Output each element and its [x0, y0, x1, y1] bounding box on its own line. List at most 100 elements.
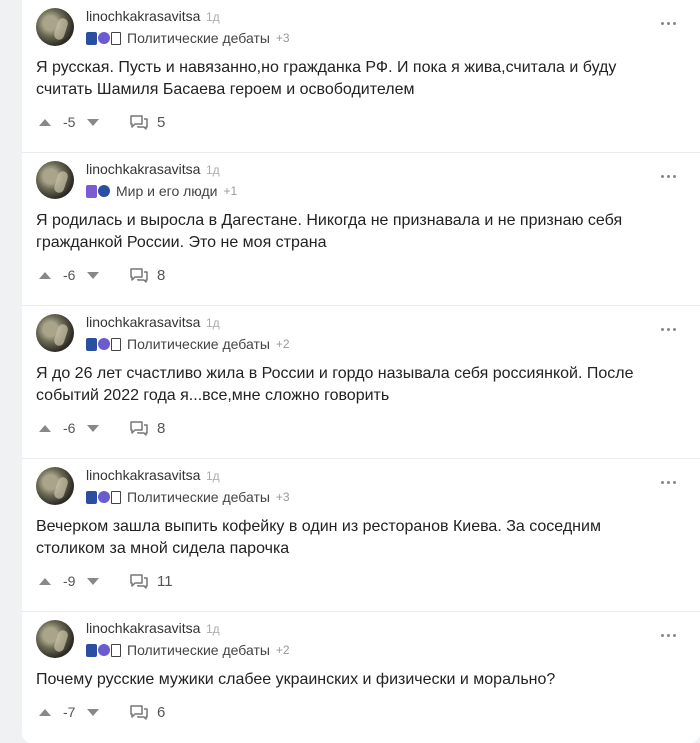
arrow-up-icon[interactable] — [39, 577, 51, 585]
post-time: 1д — [206, 469, 220, 483]
community-emblem-icon — [98, 338, 110, 350]
community-flag-icon — [86, 643, 97, 657]
post-card: linochkakrasavitsa 1д Политические дебат… — [22, 306, 700, 459]
community-row[interactable]: Мир и его люди +1 — [86, 182, 237, 200]
comments-button[interactable]: 6 — [129, 704, 165, 721]
community-icons — [86, 643, 121, 657]
community-row[interactable]: Политические дебаты +3 — [86, 488, 290, 506]
community-row[interactable]: Политические дебаты +2 — [86, 641, 290, 659]
post-actions: -5 5 — [36, 112, 165, 132]
arrow-down-icon[interactable] — [87, 271, 99, 279]
comment-bubble-icon — [130, 574, 148, 589]
community-icons — [86, 337, 121, 351]
comment-bubble-icon — [130, 268, 148, 283]
post-time: 1д — [206, 316, 220, 330]
comments-button[interactable]: 5 — [129, 114, 165, 131]
more-dots-icon[interactable] — [661, 481, 676, 484]
arrow-up-icon[interactable] — [39, 271, 51, 279]
more-dots-icon[interactable] — [661, 22, 676, 25]
comments-button[interactable]: 11 — [129, 573, 173, 590]
avatar[interactable] — [36, 620, 74, 658]
post-card: linochkakrasavitsa 1д Мир и его люди +1 … — [22, 153, 700, 306]
arrow-down-icon[interactable] — [87, 577, 99, 585]
post-text[interactable]: Я родилась и выросла в Дагестане. Никогд… — [36, 210, 656, 254]
avatar[interactable] — [36, 467, 74, 505]
post-card: linochkakrasavitsa 1д Политические дебат… — [22, 612, 700, 740]
post-actions: -9 11 — [36, 571, 173, 591]
post-card: linochkakrasavitsa 1д Политические дебат… — [22, 0, 700, 153]
post-time: 1д — [206, 10, 220, 24]
post-score: -7 — [63, 704, 76, 720]
arrow-up-icon[interactable] — [39, 424, 51, 432]
post-score: -6 — [63, 267, 76, 283]
community-emblem-icon — [98, 491, 110, 503]
community-extra-count[interactable]: +2 — [276, 337, 290, 351]
community-emblem-icon — [98, 32, 110, 44]
community-flag-icon — [86, 31, 97, 45]
username[interactable]: linochkakrasavitsa — [86, 620, 200, 636]
post-time: 1д — [206, 163, 220, 177]
post-text[interactable]: Я до 26 лет счастливо жила в России и го… — [36, 363, 656, 407]
community-icons — [86, 490, 121, 504]
post-card: linochkakrasavitsa 1д Политические дебат… — [22, 459, 700, 612]
arrow-up-icon[interactable] — [39, 708, 51, 716]
post-score: -5 — [63, 114, 76, 130]
arrow-down-icon[interactable] — [87, 118, 99, 126]
username[interactable]: linochkakrasavitsa — [86, 161, 200, 177]
comment-bubble-icon — [130, 705, 148, 720]
comments-button[interactable]: 8 — [129, 267, 165, 284]
username[interactable]: linochkakrasavitsa — [86, 8, 200, 24]
post-actions: -7 6 — [36, 702, 165, 722]
post-score: -6 — [63, 420, 76, 436]
community-name[interactable]: Политические дебаты — [127, 489, 270, 505]
post-actions: -6 8 — [36, 265, 165, 285]
comments-count: 11 — [157, 572, 173, 590]
comment-bubble-icon — [130, 421, 148, 436]
community-row[interactable]: Политические дебаты +3 — [86, 29, 290, 47]
community-extra-count[interactable]: +2 — [276, 643, 290, 657]
comments-count: 6 — [157, 703, 166, 721]
comments-count: 5 — [157, 113, 166, 131]
more-dots-icon[interactable] — [661, 328, 676, 331]
post-time: 1д — [206, 622, 220, 636]
post-text[interactable]: Я русская. Пусть и навязанно,но гражданк… — [36, 57, 656, 101]
community-flag-icon — [86, 184, 97, 198]
arrow-up-icon[interactable] — [39, 118, 51, 126]
community-name[interactable]: Политические дебаты — [127, 30, 270, 46]
community-icons — [86, 31, 121, 45]
comments-count: 8 — [157, 266, 166, 284]
more-dots-icon[interactable] — [661, 175, 676, 178]
post-actions: -6 8 — [36, 418, 165, 438]
community-figure-icon — [111, 337, 121, 351]
community-extra-count[interactable]: +3 — [276, 490, 290, 504]
comments-button[interactable]: 8 — [129, 420, 165, 437]
community-extra-count[interactable]: +3 — [276, 31, 290, 45]
post-feed: linochkakrasavitsa 1д Политические дебат… — [22, 0, 700, 743]
arrow-down-icon[interactable] — [87, 708, 99, 716]
community-name[interactable]: Политические дебаты — [127, 336, 270, 352]
post-text[interactable]: Почему русские мужики слабее украинских … — [36, 669, 656, 691]
community-globe-icon — [98, 185, 110, 197]
community-row[interactable]: Политические дебаты +2 — [86, 335, 290, 353]
avatar[interactable] — [36, 314, 74, 352]
community-figure-icon — [111, 643, 121, 657]
arrow-down-icon[interactable] — [87, 424, 99, 432]
community-flag-icon — [86, 337, 97, 351]
post-score: -9 — [63, 573, 76, 589]
community-figure-icon — [111, 31, 121, 45]
community-figure-icon — [111, 490, 121, 504]
avatar[interactable] — [36, 161, 74, 199]
comments-count: 8 — [157, 419, 166, 437]
avatar[interactable] — [36, 8, 74, 46]
community-flag-icon — [86, 490, 97, 504]
community-extra-count[interactable]: +1 — [223, 184, 237, 198]
community-name[interactable]: Мир и его люди — [116, 183, 217, 199]
community-icons — [86, 184, 110, 198]
post-text[interactable]: Вечерком зашла выпить кофейку в один из … — [36, 516, 656, 560]
community-name[interactable]: Политические дебаты — [127, 642, 270, 658]
comment-bubble-icon — [130, 115, 148, 130]
username[interactable]: linochkakrasavitsa — [86, 314, 200, 330]
community-emblem-icon — [98, 644, 110, 656]
username[interactable]: linochkakrasavitsa — [86, 467, 200, 483]
more-dots-icon[interactable] — [661, 634, 676, 637]
